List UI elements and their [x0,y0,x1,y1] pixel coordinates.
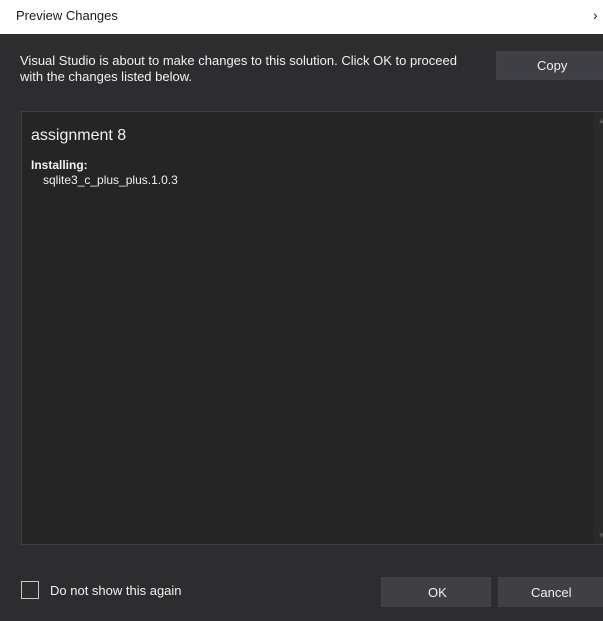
cancel-button-label: Cancel [531,585,572,600]
scroll-up-arrow-icon[interactable]: ▲ [593,112,603,129]
cancel-button[interactable]: Cancel [498,577,603,607]
dont-show-again-checkbox[interactable] [21,581,39,599]
scroll-down-arrow-icon[interactable]: ▼ [593,527,603,544]
copy-button[interactable]: Copy [496,51,603,80]
dialog-description: Visual Studio is about to make changes t… [20,53,457,84]
package-item: sqlite3_c_plus_plus.1.0.3 [43,173,178,187]
dialog-content: Visual Studio is about to make changes t… [0,34,603,621]
copy-button-label: Copy [537,58,568,73]
ok-button[interactable]: OK [381,577,491,607]
preview-changes-dialog: Preview Changes › Visual Studio is about… [0,0,603,621]
close-icon[interactable]: › [593,6,603,24]
title-bar: Preview Changes › [0,0,603,34]
changes-list-panel[interactable]: assignment 8 Installing: sqlite3_c_plus_… [21,111,603,545]
vertical-scrollbar[interactable]: ▲ ▼ [593,112,603,544]
project-name: assignment 8 [31,127,127,144]
window-title: Preview Changes [16,8,118,23]
installing-label: Installing: [31,158,88,172]
dont-show-again-label[interactable]: Do not show this again [50,583,182,599]
ok-button-label: OK [428,585,447,600]
